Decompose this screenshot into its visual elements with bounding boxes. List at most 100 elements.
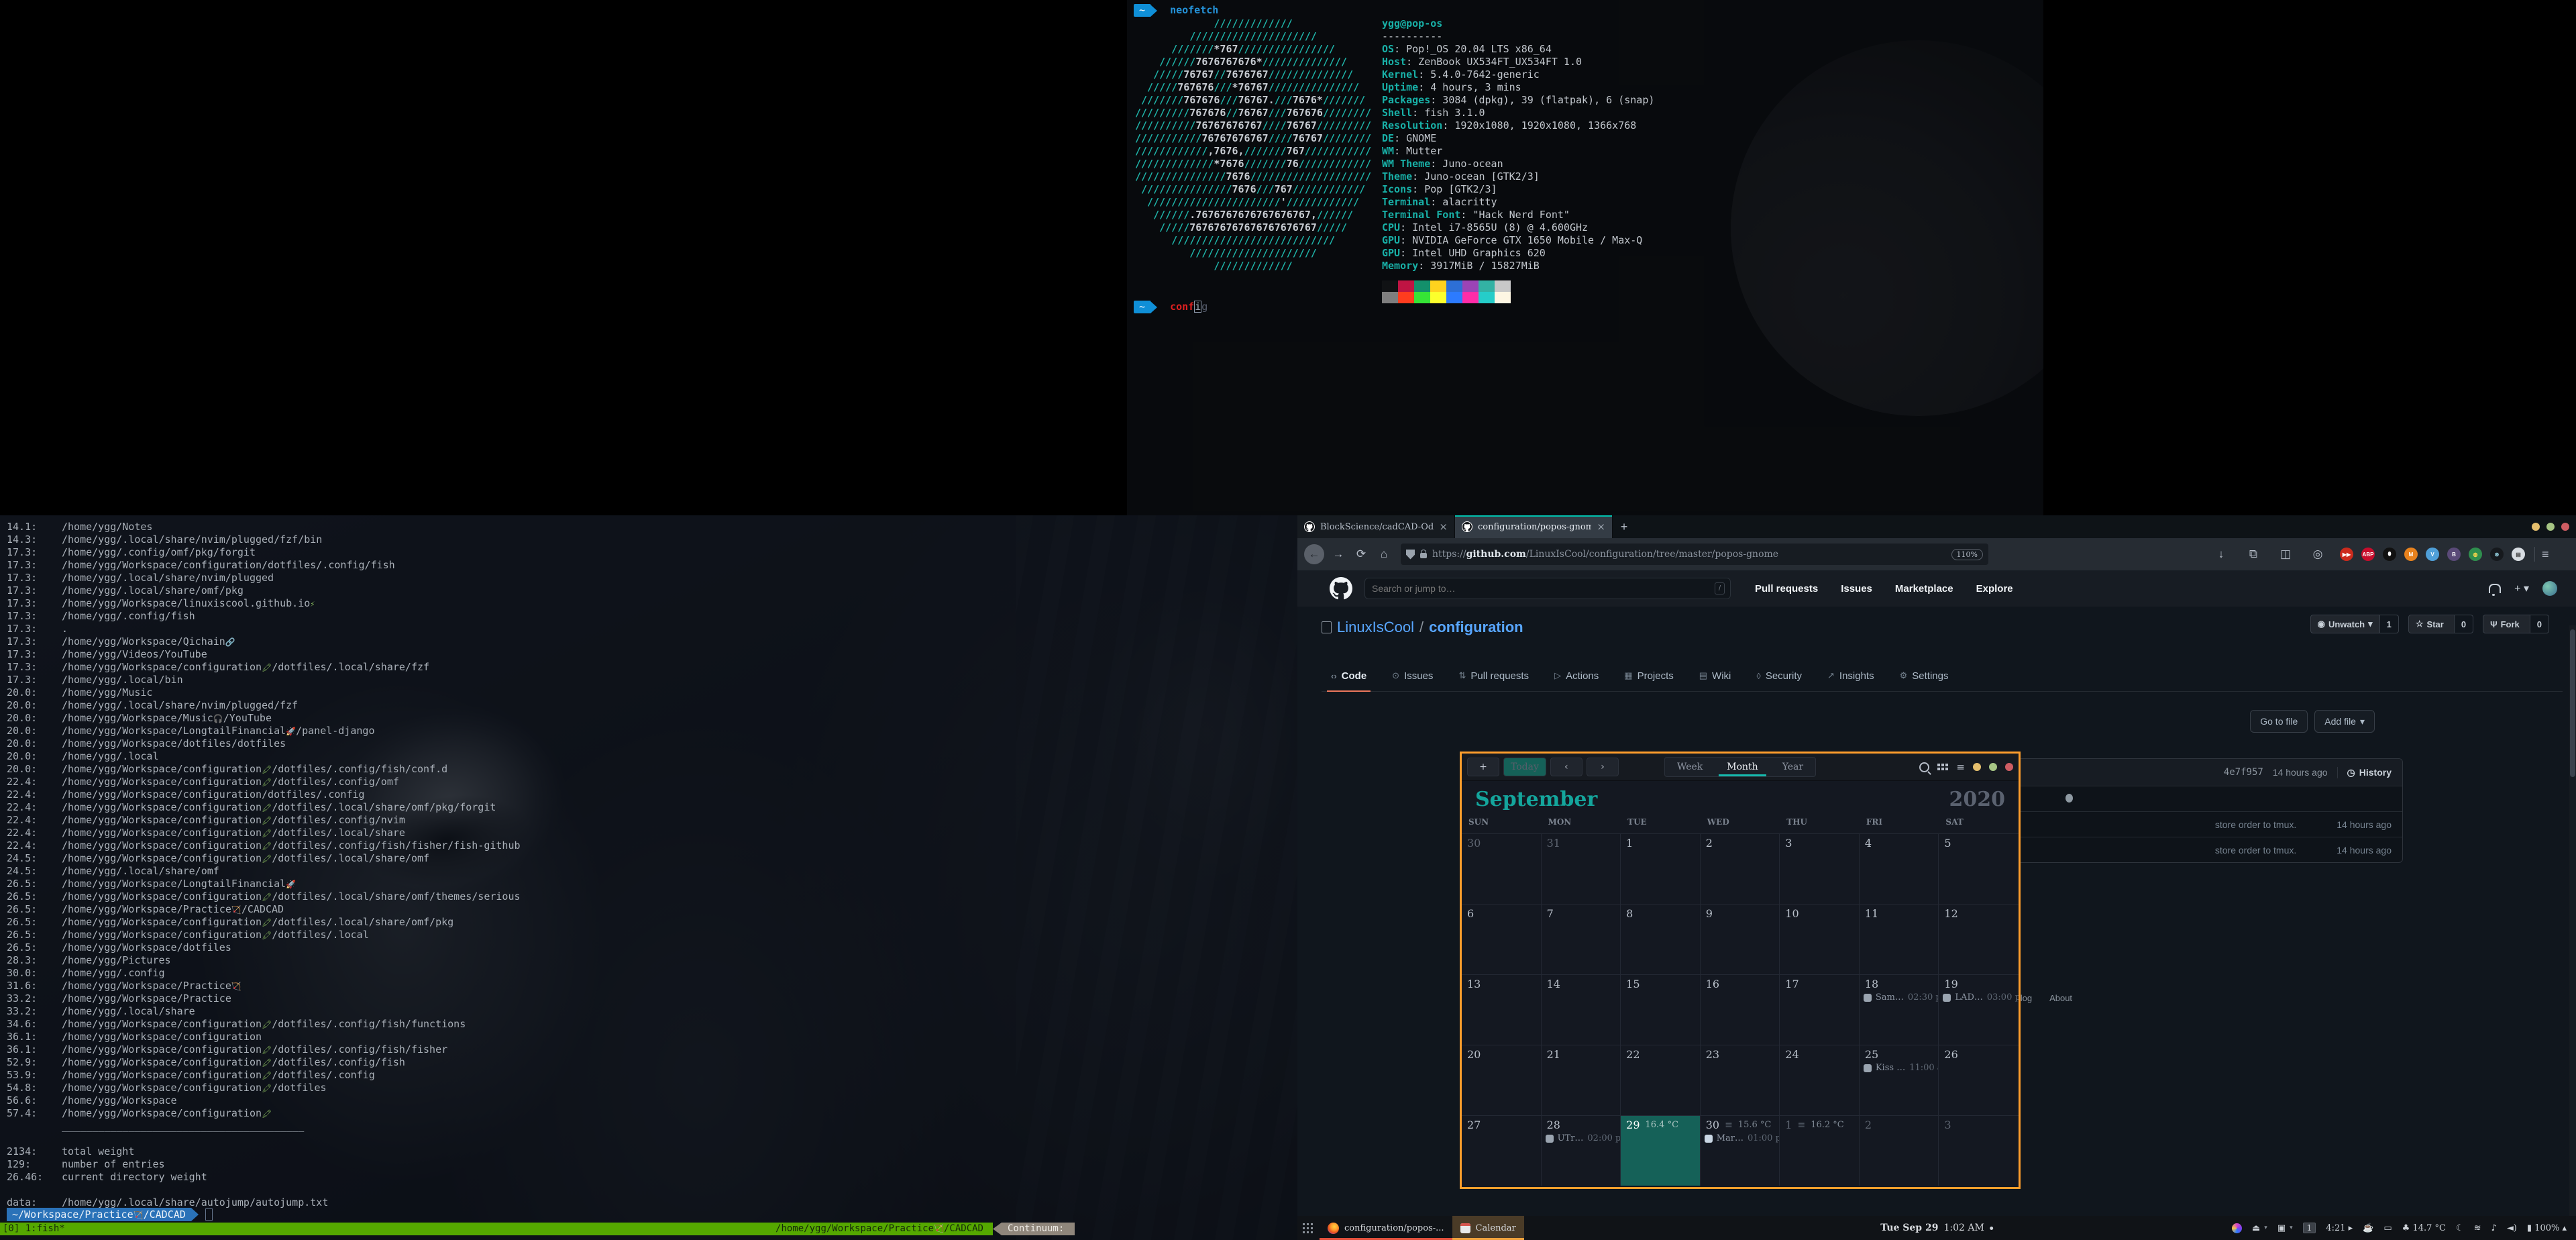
go-to-file-button[interactable]: Go to file (2250, 710, 2308, 733)
forward-button[interactable]: → (1327, 548, 1350, 561)
metamask-icon[interactable]: M (2404, 548, 2418, 561)
calendar-day-24[interactable]: 24 (1780, 1045, 1860, 1115)
calendar-day-8[interactable]: 8 (1621, 904, 1701, 974)
repo-owner-link[interactable]: LinuxIsCool (1337, 619, 1414, 636)
header-nav-marketplace[interactable]: Marketplace (1895, 583, 1953, 595)
calendar-day-21[interactable]: 21 (1542, 1045, 1621, 1115)
eject-icon-caret[interactable]: ▾ (2264, 1225, 2267, 1231)
fish-prompt-input[interactable]: ~ config (1134, 301, 1208, 313)
tab-close-icon[interactable]: × (1597, 521, 1605, 533)
calendar-day-2[interactable]: 2 (1860, 1115, 1939, 1186)
header-nav-issues[interactable]: Issues (1841, 583, 1872, 595)
close-button[interactable] (2561, 523, 2569, 531)
calendar-day-22[interactable]: 22 (1621, 1045, 1701, 1115)
calendar-event[interactable]: UTr…02:00 pm (1542, 1131, 1621, 1145)
calendar-day-28[interactable]: 28UTr…02:00 pm (1542, 1115, 1621, 1186)
github-search-box[interactable]: / (1364, 578, 1731, 599)
calendar-day-19[interactable]: 19LAD…03:00 pm (1939, 974, 2019, 1045)
search-icon[interactable] (1919, 762, 1929, 772)
add-file-button[interactable]: Add file▾ (2314, 710, 2375, 733)
header-nav-explore[interactable]: Explore (1976, 583, 2013, 595)
react-devtools-icon[interactable]: ⊛ (2490, 548, 2504, 561)
calendar-day-1[interactable]: 1≡16.2 °C (1780, 1115, 1860, 1186)
enhancer-for-youtube-icon[interactable]: ▶▶ (2340, 548, 2353, 561)
calendar-day-30[interactable]: 30 (1462, 833, 1542, 904)
notifications-bell-icon[interactable] (2489, 584, 2501, 593)
today-button[interactable]: Today (1503, 758, 1546, 776)
caffeine-icon[interactable]: ☕ (2363, 1223, 2373, 1233)
repo-tab-actions[interactable]: ▷Actions (1545, 660, 1608, 691)
calendar-day-29[interactable]: 2916.4 °C (1621, 1115, 1701, 1186)
header-nav-pull-requests[interactable]: Pull requests (1755, 583, 1818, 595)
url-bar[interactable]: https://github.com/LinuxIsCool/configura… (1401, 544, 1988, 565)
repo-tab-pull-requests[interactable]: ⇅Pull requests (1449, 660, 1538, 691)
calendar-day-12[interactable]: 12 (1939, 904, 2019, 974)
calendar-event[interactable]: LAD…03:00 pm (1939, 990, 2019, 1004)
battery-indicator[interactable]: ▮ 100% ▴ (2527, 1223, 2567, 1233)
user-avatar[interactable] (2542, 581, 2557, 596)
calendar-day-7[interactable]: 7 (1542, 904, 1621, 974)
night-light-icon[interactable]: ☾ (2456, 1223, 2464, 1233)
calendar-day-5[interactable]: 5 (1939, 833, 2019, 904)
minimize-button[interactable] (2532, 523, 2540, 531)
earth-icon[interactable]: ◍ (2469, 548, 2482, 561)
sidebar-icon[interactable]: ◫ (2274, 548, 2297, 561)
home-button[interactable]: ⌂ (1373, 548, 1395, 561)
repo-tab-code[interactable]: ‹›Code (1322, 660, 1376, 691)
calendar-day-1[interactable]: 1 (1621, 833, 1701, 904)
terminal-neofetch[interactable]: ~ neofetch ///////////// ///////////////… (1127, 0, 2043, 515)
vimium-icon[interactable]: V (2426, 548, 2439, 561)
footer-link[interactable]: About (2049, 993, 2072, 1003)
app-grid-icon[interactable] (1303, 1223, 1313, 1233)
zoom-level-badge[interactable]: 110% (1951, 549, 1983, 560)
view-month[interactable]: Month (1715, 758, 1770, 776)
commit-message[interactable]: store order to tmux. (2215, 819, 2296, 830)
calendar-day-17[interactable]: 17 (1780, 974, 1860, 1045)
calendar-day-10[interactable]: 10 (1780, 904, 1860, 974)
calendar-day-13[interactable]: 13 (1462, 974, 1542, 1045)
repo-name-link[interactable]: configuration (1429, 619, 1523, 636)
calendar-day-27[interactable]: 27 (1462, 1115, 1542, 1186)
create-new-button[interactable]: + ▾ (2514, 582, 2529, 595)
taskbar-window-firefox[interactable]: configuration/popos-... (1320, 1216, 1452, 1240)
calendar-event[interactable]: Kiss …11:00 am (1860, 1061, 1939, 1075)
view-year[interactable]: Year (1770, 758, 1815, 776)
tab-close-icon[interactable]: × (1439, 521, 1448, 533)
notes-icon[interactable]: ▤ (2512, 548, 2525, 561)
eject-icon[interactable]: ⏏ (2252, 1223, 2260, 1233)
back-button[interactable]: ← (1304, 544, 1324, 564)
calendar-day-15[interactable]: 15 (1621, 974, 1701, 1045)
commit-hash[interactable]: 4e7f957 (2224, 767, 2263, 778)
calendar-day-20[interactable]: 20 (1462, 1045, 1542, 1115)
downloads-icon[interactable]: ↓ (2210, 548, 2233, 561)
scrollbar[interactable] (2569, 625, 2576, 1240)
calendar-day-2[interactable]: 2 (1701, 833, 1780, 904)
gnome-shell-icon[interactable]: ⬮ (2383, 548, 2396, 561)
weather-indicator[interactable]: ♣ 14.7 °C (2402, 1223, 2446, 1233)
calendar-day-26[interactable]: 26 (1939, 1045, 2019, 1115)
calendar-event[interactable]: Sam…02:30 pm (1860, 990, 1939, 1004)
workspace-indicator[interactable]: 1 (2303, 1223, 2316, 1233)
repo-tab-settings[interactable]: ⚙Settings (1890, 660, 1958, 691)
library-icon[interactable]: ⧉ (2242, 548, 2265, 561)
browser-tab[interactable]: configuration/popos-gnom× (1455, 515, 1613, 538)
microphone-icon[interactable]: ♪ (2491, 1223, 2497, 1233)
history-button[interactable]: ◷History (2337, 767, 2392, 778)
calendar-day-3[interactable]: 3 (1939, 1115, 2019, 1186)
terminal-autojump[interactable]: 14.1:/home/ygg/Notes14.3:/home/ygg/.loca… (0, 515, 1297, 1240)
calendar-day-25[interactable]: 25Kiss …11:00 am (1860, 1045, 1939, 1115)
close-button[interactable] (2005, 763, 2013, 771)
calendar-day-6[interactable]: 6 (1462, 904, 1542, 974)
repo-tab-projects[interactable]: ▦Projects (1615, 660, 1682, 691)
display-icon[interactable]: ▭ (2383, 1223, 2392, 1233)
add-event-button[interactable]: + (1467, 758, 1499, 776)
repo-star-button[interactable]: ☆Star0 (2408, 615, 2473, 633)
maximize-button[interactable] (1989, 763, 1997, 771)
calendar-event[interactable]: Mar…01:00 pm (1701, 1131, 1780, 1145)
calendar-day-18[interactable]: 18Sam…02:30 pm (1860, 974, 1939, 1045)
account-icon[interactable]: ◎ (2306, 548, 2329, 561)
calendar-day-9[interactable]: 9 (1701, 904, 1780, 974)
calendar-day-30[interactable]: 30≡15.6 °CMar…01:00 pm (1701, 1115, 1780, 1186)
maximize-button[interactable] (2546, 523, 2555, 531)
prev-month-button[interactable]: ‹ (1550, 758, 1582, 776)
